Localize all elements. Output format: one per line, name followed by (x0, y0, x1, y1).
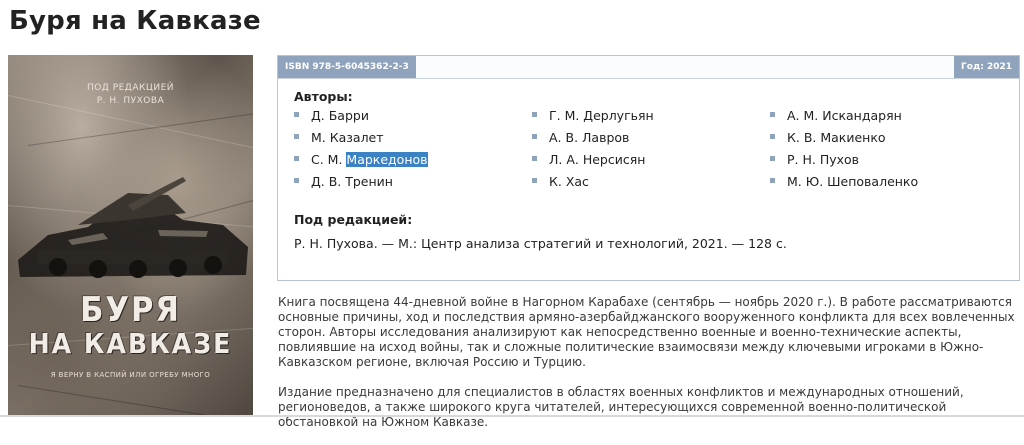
bullet-icon (770, 156, 775, 161)
cover-editor-line: ПОД РЕДАКЦИЕЙ (86, 83, 175, 93)
cover-title-line2: НА КАВКАЗЕ (28, 327, 233, 360)
book-cover-image[interactable]: ПОД РЕДАКЦИЕЙ Р. Н. ПУХОВА БУРЯ НА КАВКА… (8, 55, 253, 417)
cover-subtitle: Я ВЕРНУ В КАСПИЙ ИЛИ ОГРЕБУ МНОГО (50, 371, 211, 379)
bullet-icon (294, 156, 299, 161)
author-item[interactable]: Д. Барри (294, 108, 369, 123)
bullet-icon (770, 134, 775, 139)
author-item[interactable]: Д. В. Тренин (294, 174, 393, 189)
bullet-icon (770, 112, 775, 117)
author-item-selected[interactable]: С. М. Маркедонов (294, 152, 428, 167)
authors-label: Авторы: (294, 89, 353, 104)
bullet-icon (532, 178, 537, 183)
authors-list: Д. Барри Г. М. Дерлугьян А. М. Искандаря… (294, 108, 994, 204)
editors-text: Р. Н. Пухова. — М.: Центр анализа страте… (294, 236, 787, 251)
author-item[interactable]: К. Хас (532, 174, 589, 189)
cover-editor-name: Р. Н. ПУХОВА (96, 96, 165, 106)
bullet-icon (532, 156, 537, 161)
bullet-icon (294, 134, 299, 139)
book-description: Книга посвящена 44-дневной войне в Нагор… (278, 295, 1018, 445)
isbn-badge: ISBN 978-5-6045362-2-3 (278, 56, 416, 78)
description-paragraph-1: Книга посвящена 44-дневной войне в Нагор… (278, 295, 1015, 369)
author-item[interactable]: А. М. Искандарян (770, 108, 902, 123)
description-paragraph-2: Издание предназначено для специалистов в… (278, 385, 964, 429)
author-item[interactable]: М. Ю. Шеповаленко (770, 174, 918, 189)
author-item[interactable]: М. Казалет (294, 130, 384, 145)
cover-title-line1: БУРЯ (80, 290, 181, 330)
book-info-box: ISBN 978-5-6045362-2-3 Год: 2021 Авторы:… (277, 55, 1020, 281)
bullet-icon (294, 178, 299, 183)
year-badge: Год: 2021 (954, 56, 1019, 78)
bullet-icon (294, 112, 299, 117)
cover-tank-illustration (18, 177, 248, 278)
page-title: Буря на Кавказе (9, 6, 261, 36)
author-item[interactable]: Р. Н. Пухов (770, 152, 859, 167)
author-item[interactable]: Л. А. Нерсисян (532, 152, 645, 167)
info-header: ISBN 978-5-6045362-2-3 Год: 2021 (278, 56, 1019, 79)
author-item[interactable]: Г. М. Дерлугьян (532, 108, 654, 123)
author-item[interactable]: А. В. Лавров (532, 130, 629, 145)
editors-label: Под редакцией: (294, 212, 413, 227)
bullet-icon (770, 178, 775, 183)
author-item[interactable]: К. В. Макиенко (770, 130, 886, 145)
bullet-icon (532, 134, 537, 139)
bullet-icon (532, 112, 537, 117)
